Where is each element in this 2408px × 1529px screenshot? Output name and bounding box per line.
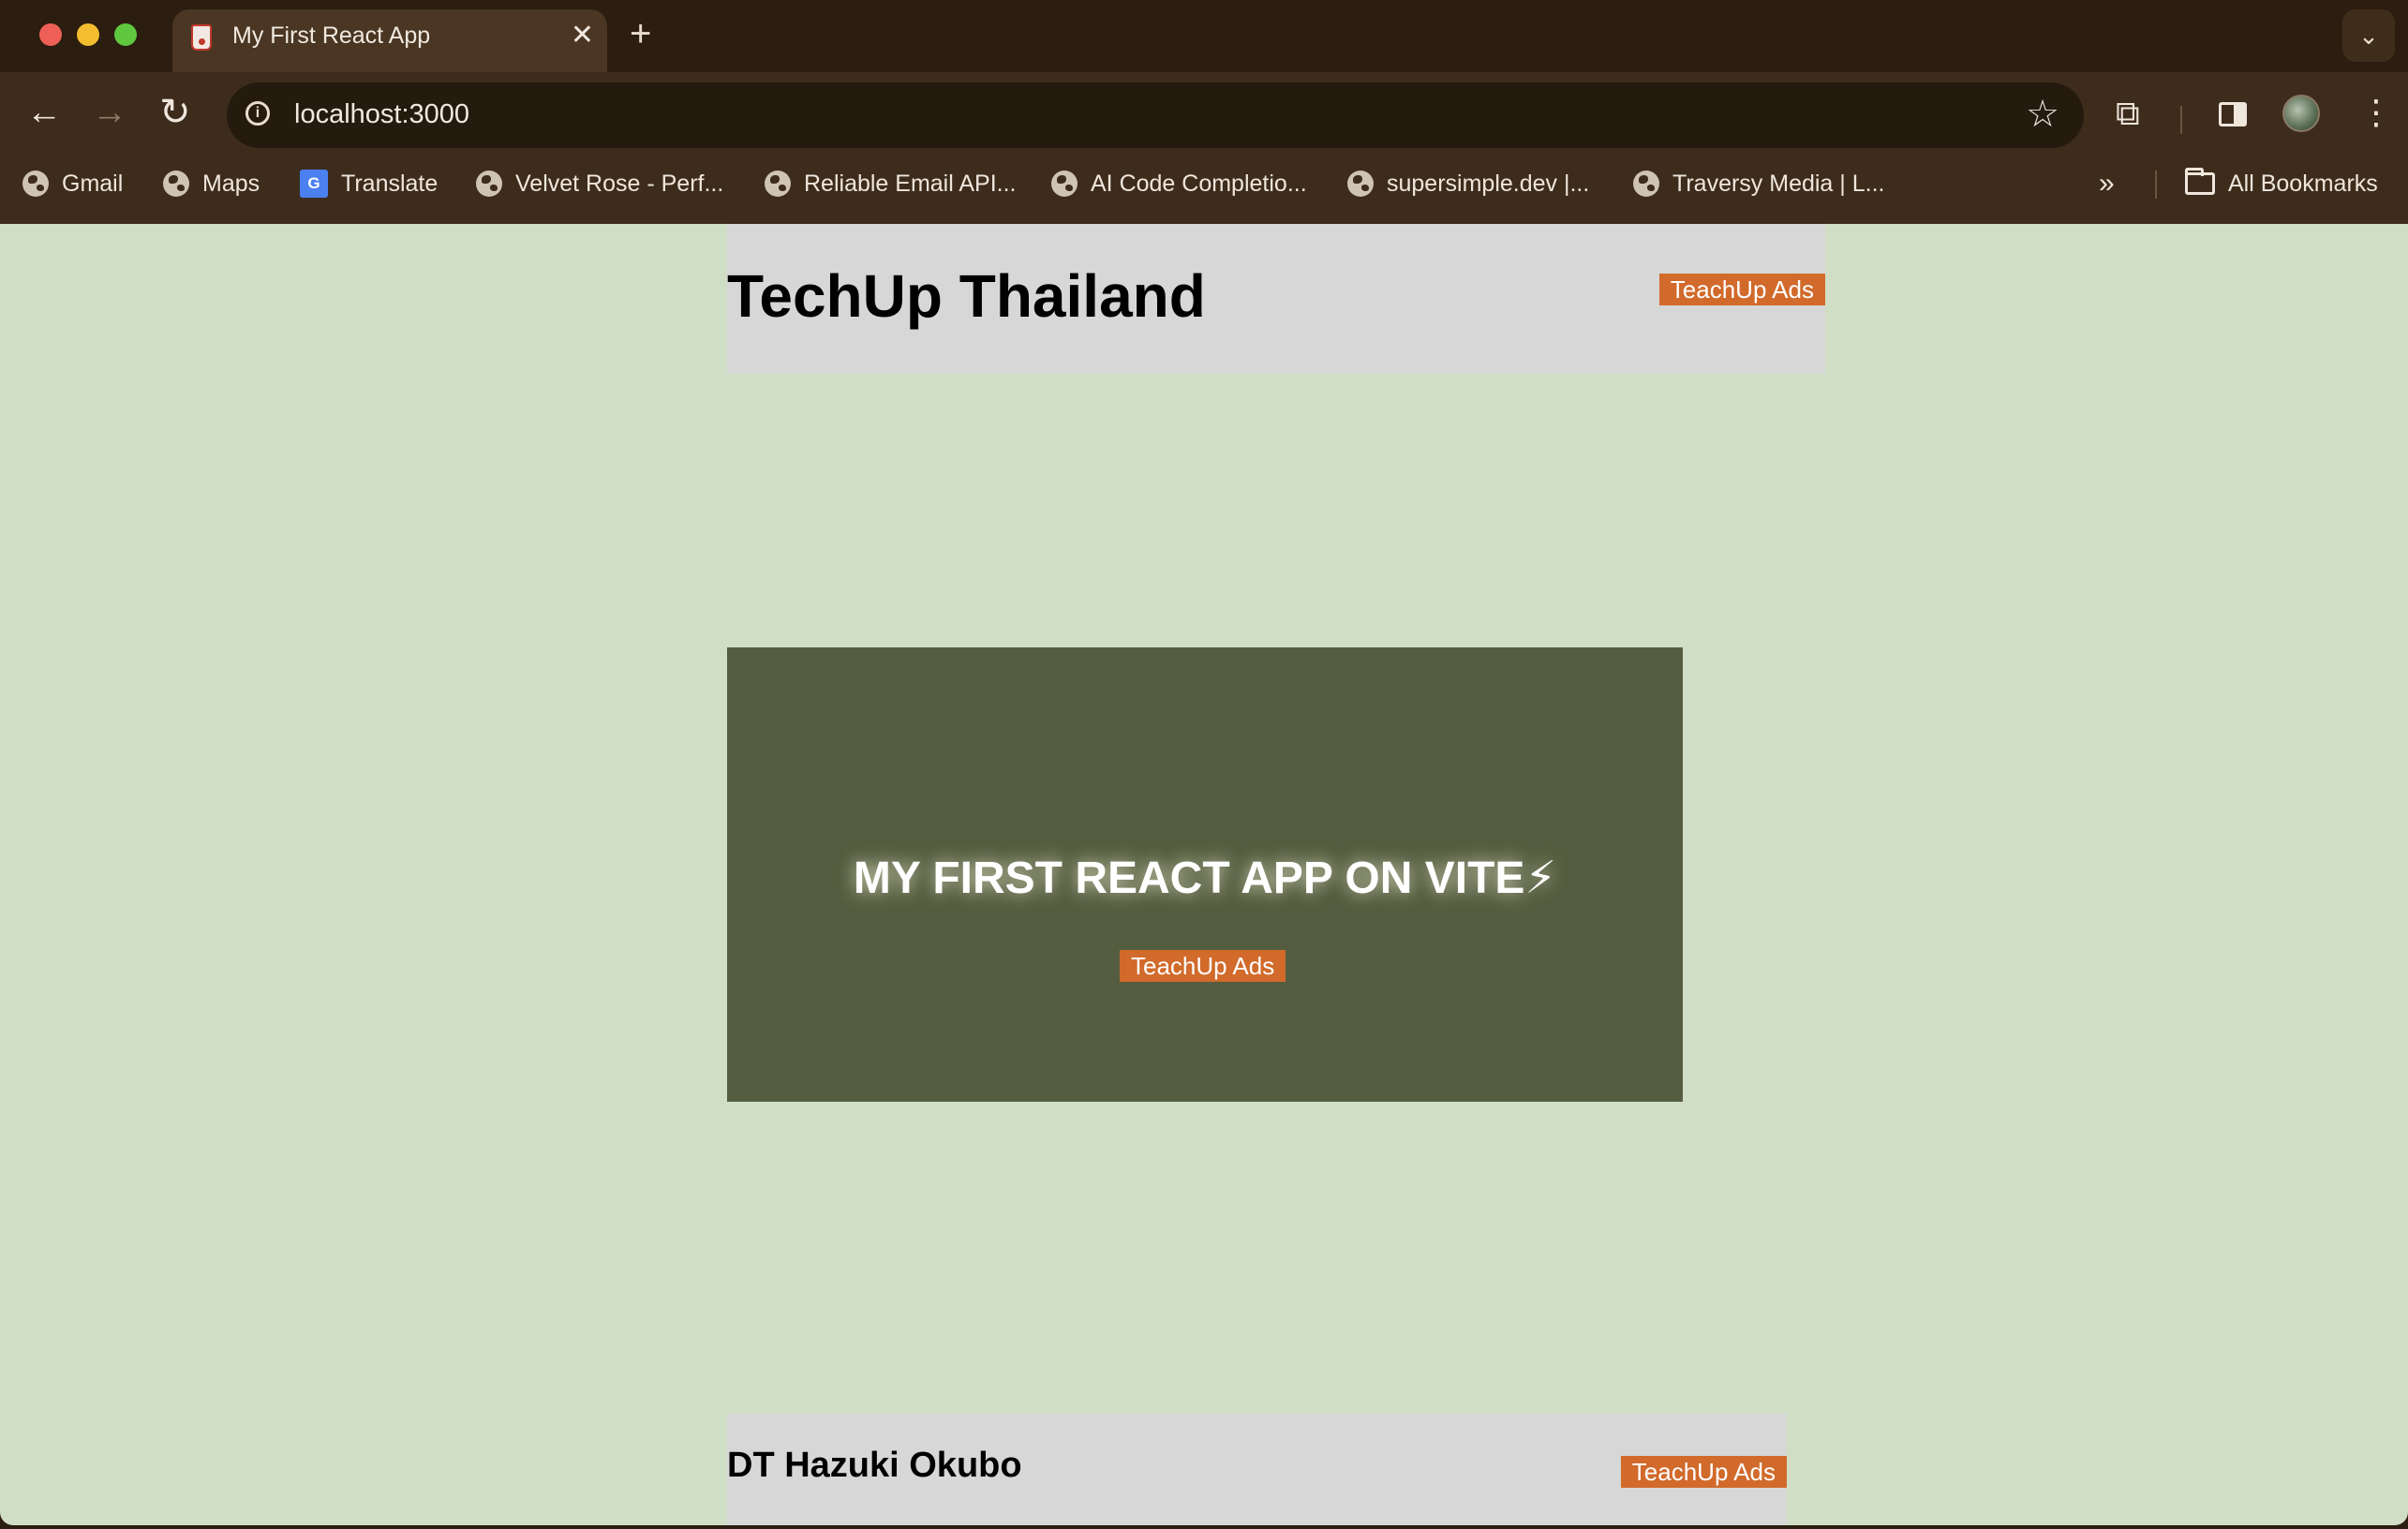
bookmark-maps[interactable]: Maps (163, 159, 260, 208)
bookmark-label: Translate (341, 170, 438, 197)
maximize-window-button[interactable] (114, 23, 137, 46)
bookmark-supersimple[interactable]: supersimple.dev |... (1347, 159, 1589, 208)
bookmark-gmail[interactable]: Gmail (22, 159, 123, 208)
active-tab[interactable]: My First React App ✕ (172, 9, 607, 72)
minimize-window-button[interactable] (77, 23, 99, 46)
browser-menu-icon[interactable]: ⋮ (2359, 94, 2393, 131)
address-bar[interactable]: i localhost:3000 ☆ (227, 82, 2084, 148)
bookmark-label: Gmail (62, 170, 124, 197)
toolbar: ← → ↻ i localhost:3000 ☆ ⧉ (0, 72, 2408, 158)
site-header: TechUp Thailand TeachUp Ads (727, 224, 1825, 374)
bookmark-label: Velvet Rose - Perf... (515, 170, 724, 197)
hero-card: MY FIRST REACT APP ON VITE⚡ TeachUp Ads (727, 647, 1683, 1102)
globe-icon (22, 171, 49, 197)
bookmark-label: AI Code Completio... (1091, 170, 1307, 197)
bookmark-velvet-rose[interactable]: Velvet Rose - Perf... (476, 159, 723, 208)
bookmarks-bar: Gmail Maps G Translate Velvet Rose - Per… (0, 159, 2408, 208)
footer-ads-button[interactable]: TeachUp Ads (1620, 1456, 1787, 1488)
bookmarks-divider (2155, 171, 2157, 199)
globe-icon (1051, 171, 1078, 197)
globe-icon (1347, 171, 1374, 197)
bookmark-ai-code[interactable]: AI Code Completio... (1051, 159, 1307, 208)
site-title: TechUp Thailand (727, 262, 1206, 330)
toolbar-divider (2180, 106, 2182, 134)
all-bookmarks-button[interactable]: All Bookmarks (2185, 159, 2378, 208)
close-window-button[interactable] (39, 23, 62, 46)
bookmark-translate[interactable]: G Translate (300, 159, 438, 208)
extensions-icon[interactable]: ⧉ (2116, 95, 2140, 132)
tab-title: My First React App (232, 22, 431, 49)
bookmark-label: Maps (202, 170, 260, 197)
profile-avatar[interactable] (2282, 95, 2320, 132)
back-button[interactable]: ← (26, 93, 62, 132)
tab-search-button[interactable]: ⌄ (2342, 9, 2395, 62)
bookmark-label: Reliable Email API... (804, 170, 1017, 197)
site-footer: DT Hazuki Okubo TeachUp Ads (727, 1414, 1787, 1525)
page-viewport: TechUp Thailand TeachUp Ads MY FIRST REA… (0, 224, 2408, 1525)
header-ads-button[interactable]: TeachUp Ads (1658, 274, 1825, 305)
forward-button[interactable]: → (92, 93, 127, 132)
globe-icon (765, 171, 791, 197)
globe-icon (1633, 171, 1659, 197)
tab-favicon-icon (191, 24, 212, 51)
folder-icon (2185, 168, 2215, 195)
hero-ads-button[interactable]: TeachUp Ads (1120, 950, 1286, 982)
browser-chrome: My First React App ✕ + ⌄ ← → ↻ i localho… (0, 0, 2408, 224)
bookmark-star-icon[interactable]: ☆ (2026, 94, 2059, 135)
bookmark-label: supersimple.dev |... (1387, 170, 1590, 197)
site-info-icon[interactable]: i (245, 101, 270, 126)
tab-strip: My First React App ✕ + ⌄ (0, 0, 2408, 72)
tab-close-icon[interactable]: ✕ (571, 19, 594, 52)
author-name: DT Hazuki Okubo (727, 1446, 1022, 1485)
reload-button[interactable]: ↻ (159, 93, 191, 132)
bookmark-traversy[interactable]: Traversy Media | L... (1633, 159, 1884, 208)
google-translate-icon: G (300, 170, 328, 198)
bookmark-label: Traversy Media | L... (1672, 170, 1885, 197)
more-bookmarks-icon[interactable]: » (2099, 167, 2115, 200)
url-text[interactable]: localhost:3000 (294, 99, 469, 130)
hero-title: MY FIRST REACT APP ON VITE⚡ (853, 854, 1557, 903)
globe-icon (163, 171, 189, 197)
new-tab-button[interactable]: + (630, 13, 651, 54)
globe-icon (476, 171, 502, 197)
side-panel-icon[interactable] (2219, 102, 2247, 126)
bookmark-reliable-email[interactable]: Reliable Email API... (765, 159, 1017, 208)
all-bookmarks-label: All Bookmarks (2228, 170, 2378, 197)
